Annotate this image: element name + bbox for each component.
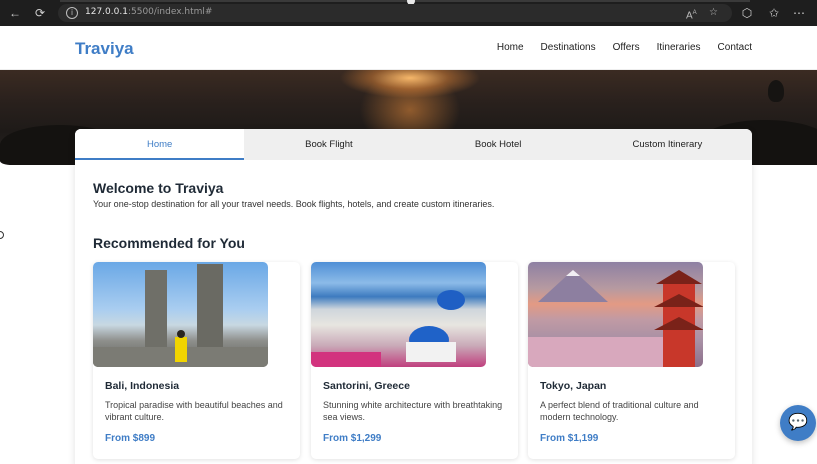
destination-description: Tropical paradise with beautiful beaches…: [105, 400, 283, 422]
booking-tabs: Home Book Flight Book Hotel Custom Itine…: [75, 129, 752, 160]
tab-strip: [60, 0, 750, 2]
site-logo[interactable]: Traviya: [75, 39, 134, 59]
nav-destinations[interactable]: Destinations: [541, 42, 596, 53]
destination-name[interactable]: Bali, Indonesia: [105, 380, 179, 392]
main-nav: Home Destinations Offers Itineraries Con…: [497, 42, 752, 53]
tab-book-flight[interactable]: Book Flight: [244, 129, 413, 160]
destination-description: A perfect blend of traditional culture a…: [540, 400, 699, 422]
santorini-illustration: [311, 290, 465, 367]
welcome-text: Your one-stop destination for all your t…: [93, 199, 495, 209]
browser-toolbar: ← ⟳ i 127.0.0.1:5500/index.html# AA ☆ ⬡ …: [0, 0, 817, 26]
address-bar[interactable]: i 127.0.0.1:5500/index.html# AA ☆: [58, 4, 732, 22]
tab-book-hotel[interactable]: Book Hotel: [414, 129, 583, 160]
scroll-marker: [0, 231, 4, 239]
site-header: Traviya Home Destinations Offers Itinera…: [0, 26, 817, 70]
extensions-icon[interactable]: ⬡: [740, 6, 754, 20]
nav-home[interactable]: Home: [497, 42, 524, 53]
booking-card: Home Book Flight Book Hotel Custom Itine…: [75, 129, 752, 464]
read-aloud-icon[interactable]: AA: [686, 7, 697, 22]
destination-image[interactable]: [528, 262, 703, 367]
page: Traviya Home Destinations Offers Itinera…: [0, 26, 817, 464]
recommended-title: Recommended for You: [93, 235, 245, 251]
tokyo-illustration: [528, 270, 703, 367]
destination-name[interactable]: Santorini, Greece: [323, 380, 410, 392]
destination-card[interactable]: Tokyo, Japan A perfect blend of traditio…: [528, 262, 735, 459]
more-menu-icon[interactable]: ⋯: [792, 6, 806, 20]
destination-image[interactable]: [93, 262, 268, 367]
favorites-icon[interactable]: ✩: [767, 6, 781, 20]
destination-card[interactable]: Bali, Indonesia Tropical paradise with b…: [93, 262, 300, 459]
refresh-icon[interactable]: ⟳: [33, 6, 47, 20]
destination-name[interactable]: Tokyo, Japan: [540, 380, 606, 392]
bali-gate-illustration: [93, 264, 268, 367]
destination-image[interactable]: [311, 262, 486, 367]
welcome-title: Welcome to Traviya: [93, 180, 224, 196]
nav-itineraries[interactable]: Itineraries: [657, 42, 701, 53]
destination-price: From $899: [105, 433, 156, 444]
site-info-icon[interactable]: i: [66, 7, 78, 19]
destination-price: From $1,299: [323, 433, 382, 444]
hero-bird: [768, 80, 784, 102]
back-icon[interactable]: ←: [8, 6, 22, 20]
favorite-star-icon[interactable]: ☆: [709, 7, 718, 19]
nav-offers[interactable]: Offers: [613, 42, 640, 53]
destination-description: Stunning white architecture with breatht…: [323, 400, 503, 422]
destination-card[interactable]: Santorini, Greece Stunning white archite…: [311, 262, 518, 459]
destination-price: From $1,199: [540, 433, 599, 444]
url-text: 127.0.0.1:5500/index.html#: [85, 7, 213, 17]
nav-contact[interactable]: Contact: [718, 42, 752, 53]
tab-home[interactable]: Home: [75, 129, 245, 160]
chat-button[interactable]: 💬: [780, 405, 816, 441]
chat-bubbles-icon: 💬: [788, 414, 808, 431]
tab-custom-itinerary[interactable]: Custom Itinerary: [583, 129, 752, 160]
